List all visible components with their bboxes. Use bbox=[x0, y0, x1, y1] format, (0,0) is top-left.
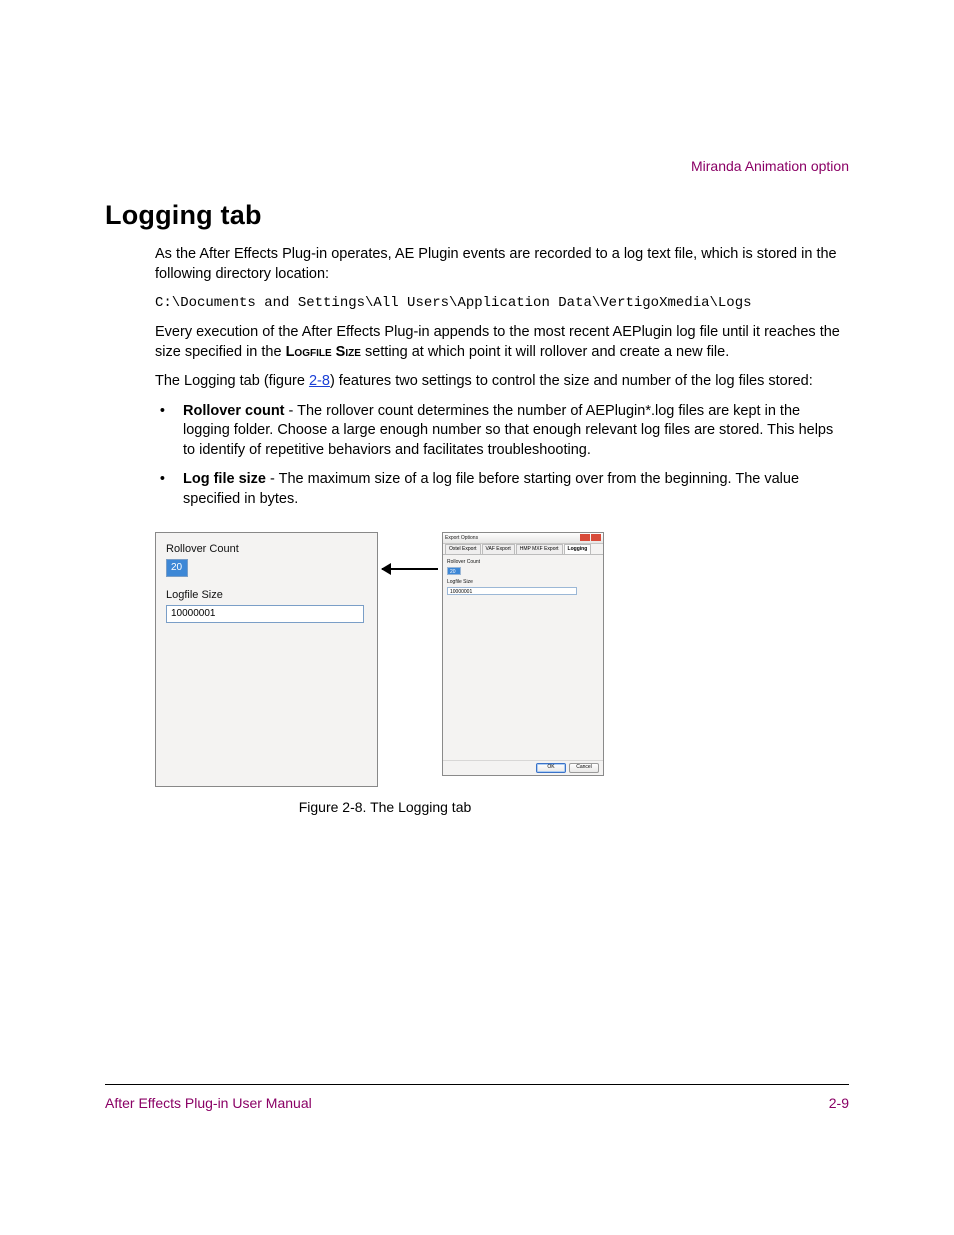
tab-vaf-export[interactable]: VAF Export bbox=[482, 544, 515, 554]
logfile-size-input[interactable]: 10000001 bbox=[166, 605, 364, 623]
bullet-text: - The maximum size of a log file before … bbox=[183, 471, 799, 507]
body-text: As the After Effects Plug-in operates, A… bbox=[155, 245, 849, 510]
list-item: Log file size - The maximum size of a lo… bbox=[177, 470, 849, 509]
cancel-button[interactable]: Cancel bbox=[569, 763, 599, 773]
export-options-dialog: Export Options Oxtel Export VAF Export H… bbox=[442, 532, 604, 776]
zoom-panel: Rollover Count 20 Logfile Size 10000001 bbox=[155, 532, 378, 787]
list-item: Rollover count - The rollover count dete… bbox=[177, 402, 849, 461]
page-title: Logging tab bbox=[105, 200, 849, 231]
dialog-rollover-input[interactable]: 20 bbox=[447, 567, 461, 575]
logfile-size-term: Logfile Size bbox=[286, 344, 361, 360]
bullet-label: Log file size bbox=[183, 471, 266, 487]
rollover-count-input[interactable]: 20 bbox=[166, 559, 188, 577]
figure-caption: Figure 2-8. The Logging tab bbox=[155, 799, 615, 815]
minimize-icon[interactable] bbox=[580, 534, 590, 541]
dialog-tabs: Oxtel Export VAF Export HMP MXF Export L… bbox=[443, 544, 603, 555]
text-span: The Logging tab (figure bbox=[155, 373, 309, 389]
text-span: setting at which point it will rollover … bbox=[361, 344, 729, 360]
ok-button[interactable]: OK bbox=[536, 763, 566, 773]
paragraph-rollover: Every execution of the After Effects Plu… bbox=[155, 323, 849, 362]
bullet-label: Rollover count bbox=[183, 403, 285, 419]
close-icon[interactable] bbox=[591, 534, 601, 541]
path-text: C:\Documents and Settings\All Users\Appl… bbox=[155, 294, 849, 313]
page-footer: After Effects Plug-in User Manual 2-9 bbox=[105, 1095, 849, 1111]
arrow-icon bbox=[382, 568, 438, 570]
paragraph-intro: As the After Effects Plug-in operates, A… bbox=[155, 245, 849, 284]
header-section-label: Miranda Animation option bbox=[691, 158, 849, 174]
figure: Rollover Count 20 Logfile Size 10000001 … bbox=[155, 532, 615, 815]
dialog-logfile-label: Logfile Size bbox=[447, 579, 599, 585]
dialog-titlebar: Export Options bbox=[443, 533, 603, 544]
arrow-connector bbox=[378, 532, 442, 592]
dialog-button-row: OK Cancel bbox=[443, 760, 603, 775]
footer-page-number: 2-9 bbox=[829, 1095, 849, 1111]
paragraph-figure-ref: The Logging tab (figure 2-8) features tw… bbox=[155, 372, 849, 392]
tab-hmp-mxf-export[interactable]: HMP MXF Export bbox=[516, 544, 563, 554]
text-span: ) features two settings to control the s… bbox=[330, 373, 813, 389]
figure-link[interactable]: 2-8 bbox=[309, 373, 330, 389]
bullet-list: Rollover count - The rollover count dete… bbox=[155, 402, 849, 510]
logfile-size-label: Logfile Size bbox=[166, 589, 367, 601]
page: Miranda Animation option Logging tab As … bbox=[0, 0, 954, 1235]
footer-rule bbox=[105, 1084, 849, 1085]
rollover-count-label: Rollover Count bbox=[166, 543, 367, 555]
tab-logging[interactable]: Logging bbox=[564, 544, 592, 554]
dialog-logfile-input[interactable]: 10000001 bbox=[447, 587, 577, 595]
dialog-title: Export Options bbox=[445, 535, 478, 541]
dialog-body: Rollover Count 20 Logfile Size 10000001 bbox=[443, 555, 603, 760]
dialog-rollover-label: Rollover Count bbox=[447, 559, 599, 565]
footer-manual-name: After Effects Plug-in User Manual bbox=[105, 1095, 312, 1111]
tab-oxtel-export[interactable]: Oxtel Export bbox=[445, 544, 481, 554]
